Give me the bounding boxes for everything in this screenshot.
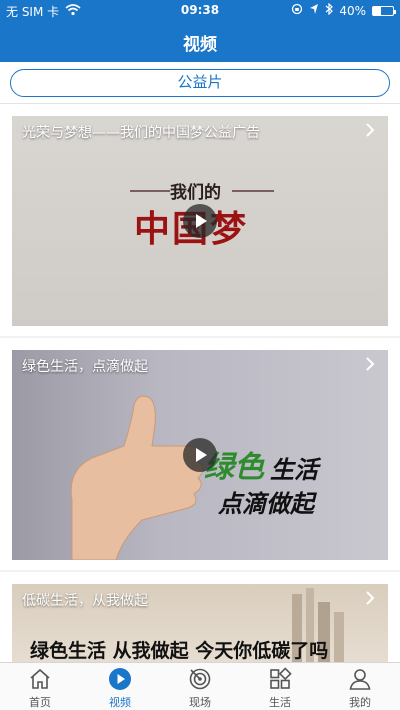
home-icon	[28, 667, 52, 691]
play-icon	[196, 214, 207, 228]
chevron-right-icon[interactable]	[362, 120, 378, 140]
video-card[interactable]: 我们的 中国梦 光荣与梦想——我们的中国梦公益广告	[0, 104, 400, 336]
video-title: 低碳生活，从我做起	[22, 593, 148, 609]
battery-percent: 40%	[339, 3, 366, 18]
tab-life[interactable]: 生活	[240, 663, 320, 710]
lock-rotation-icon	[291, 3, 303, 18]
video-card[interactable]: 绿色 生活 点滴做起 绿色生活，点滴做起	[0, 338, 400, 570]
play-button[interactable]	[183, 204, 217, 238]
tab-bar: 首页 视频 现场 生活 我的	[0, 662, 400, 710]
category-bar: 公益片	[0, 62, 400, 104]
video-card[interactable]: 绿色生活 从我做起 今天你低碳了吗 低碳生活，从我做起	[0, 572, 400, 662]
category-button[interactable]: 公益片	[10, 69, 390, 97]
tab-video[interactable]: 视频	[80, 663, 160, 710]
play-circle-icon	[108, 667, 132, 691]
grid-icon	[268, 667, 292, 691]
battery-fill	[373, 6, 381, 15]
chevron-right-icon[interactable]	[362, 588, 378, 608]
artwork-life-text: 生活	[270, 456, 318, 484]
battery-icon	[372, 5, 396, 16]
chevron-right-icon[interactable]	[362, 354, 378, 374]
tab-label: 生活	[269, 696, 291, 709]
target-icon	[188, 667, 212, 691]
video-thumbnail[interactable]: 我们的 中国梦 光荣与梦想——我们的中国梦公益广告	[12, 116, 388, 326]
video-feed[interactable]: 我们的 中国梦 光荣与梦想——我们的中国梦公益广告 绿色 生活 点滴做起 绿色生…	[0, 104, 400, 662]
tab-label: 首页	[29, 696, 51, 709]
tab-label: 视频	[109, 696, 131, 709]
tab-home[interactable]: 首页	[0, 663, 80, 710]
bluetooth-icon	[325, 2, 334, 18]
person-icon	[348, 667, 372, 691]
tab-live[interactable]: 现场	[160, 663, 240, 710]
location-icon	[309, 3, 319, 18]
artwork-start-text: 点滴做起	[218, 490, 314, 518]
video-thumbnail[interactable]: 绿色 生活 点滴做起 绿色生活，点滴做起	[12, 350, 388, 560]
play-icon	[196, 448, 207, 462]
video-title: 光荣与梦想——我们的中国梦公益广告	[22, 125, 260, 141]
video-title: 绿色生活，点滴做起	[22, 359, 148, 375]
artwork-banner-text: 绿色生活 从我做起 今天你低碳了吗	[30, 640, 329, 662]
play-button[interactable]	[183, 438, 217, 472]
status-bar: 无 SIM 卡 09:38 40%	[0, 0, 400, 20]
tab-label: 我的	[349, 696, 371, 709]
video-thumbnail[interactable]: 绿色生活 从我做起 今天你低碳了吗 低碳生活，从我做起	[12, 584, 388, 662]
tab-label: 现场	[189, 696, 211, 709]
nav-bar: 视频	[0, 20, 400, 62]
tab-mine[interactable]: 我的	[320, 663, 400, 710]
page-title: 视频	[183, 35, 217, 55]
